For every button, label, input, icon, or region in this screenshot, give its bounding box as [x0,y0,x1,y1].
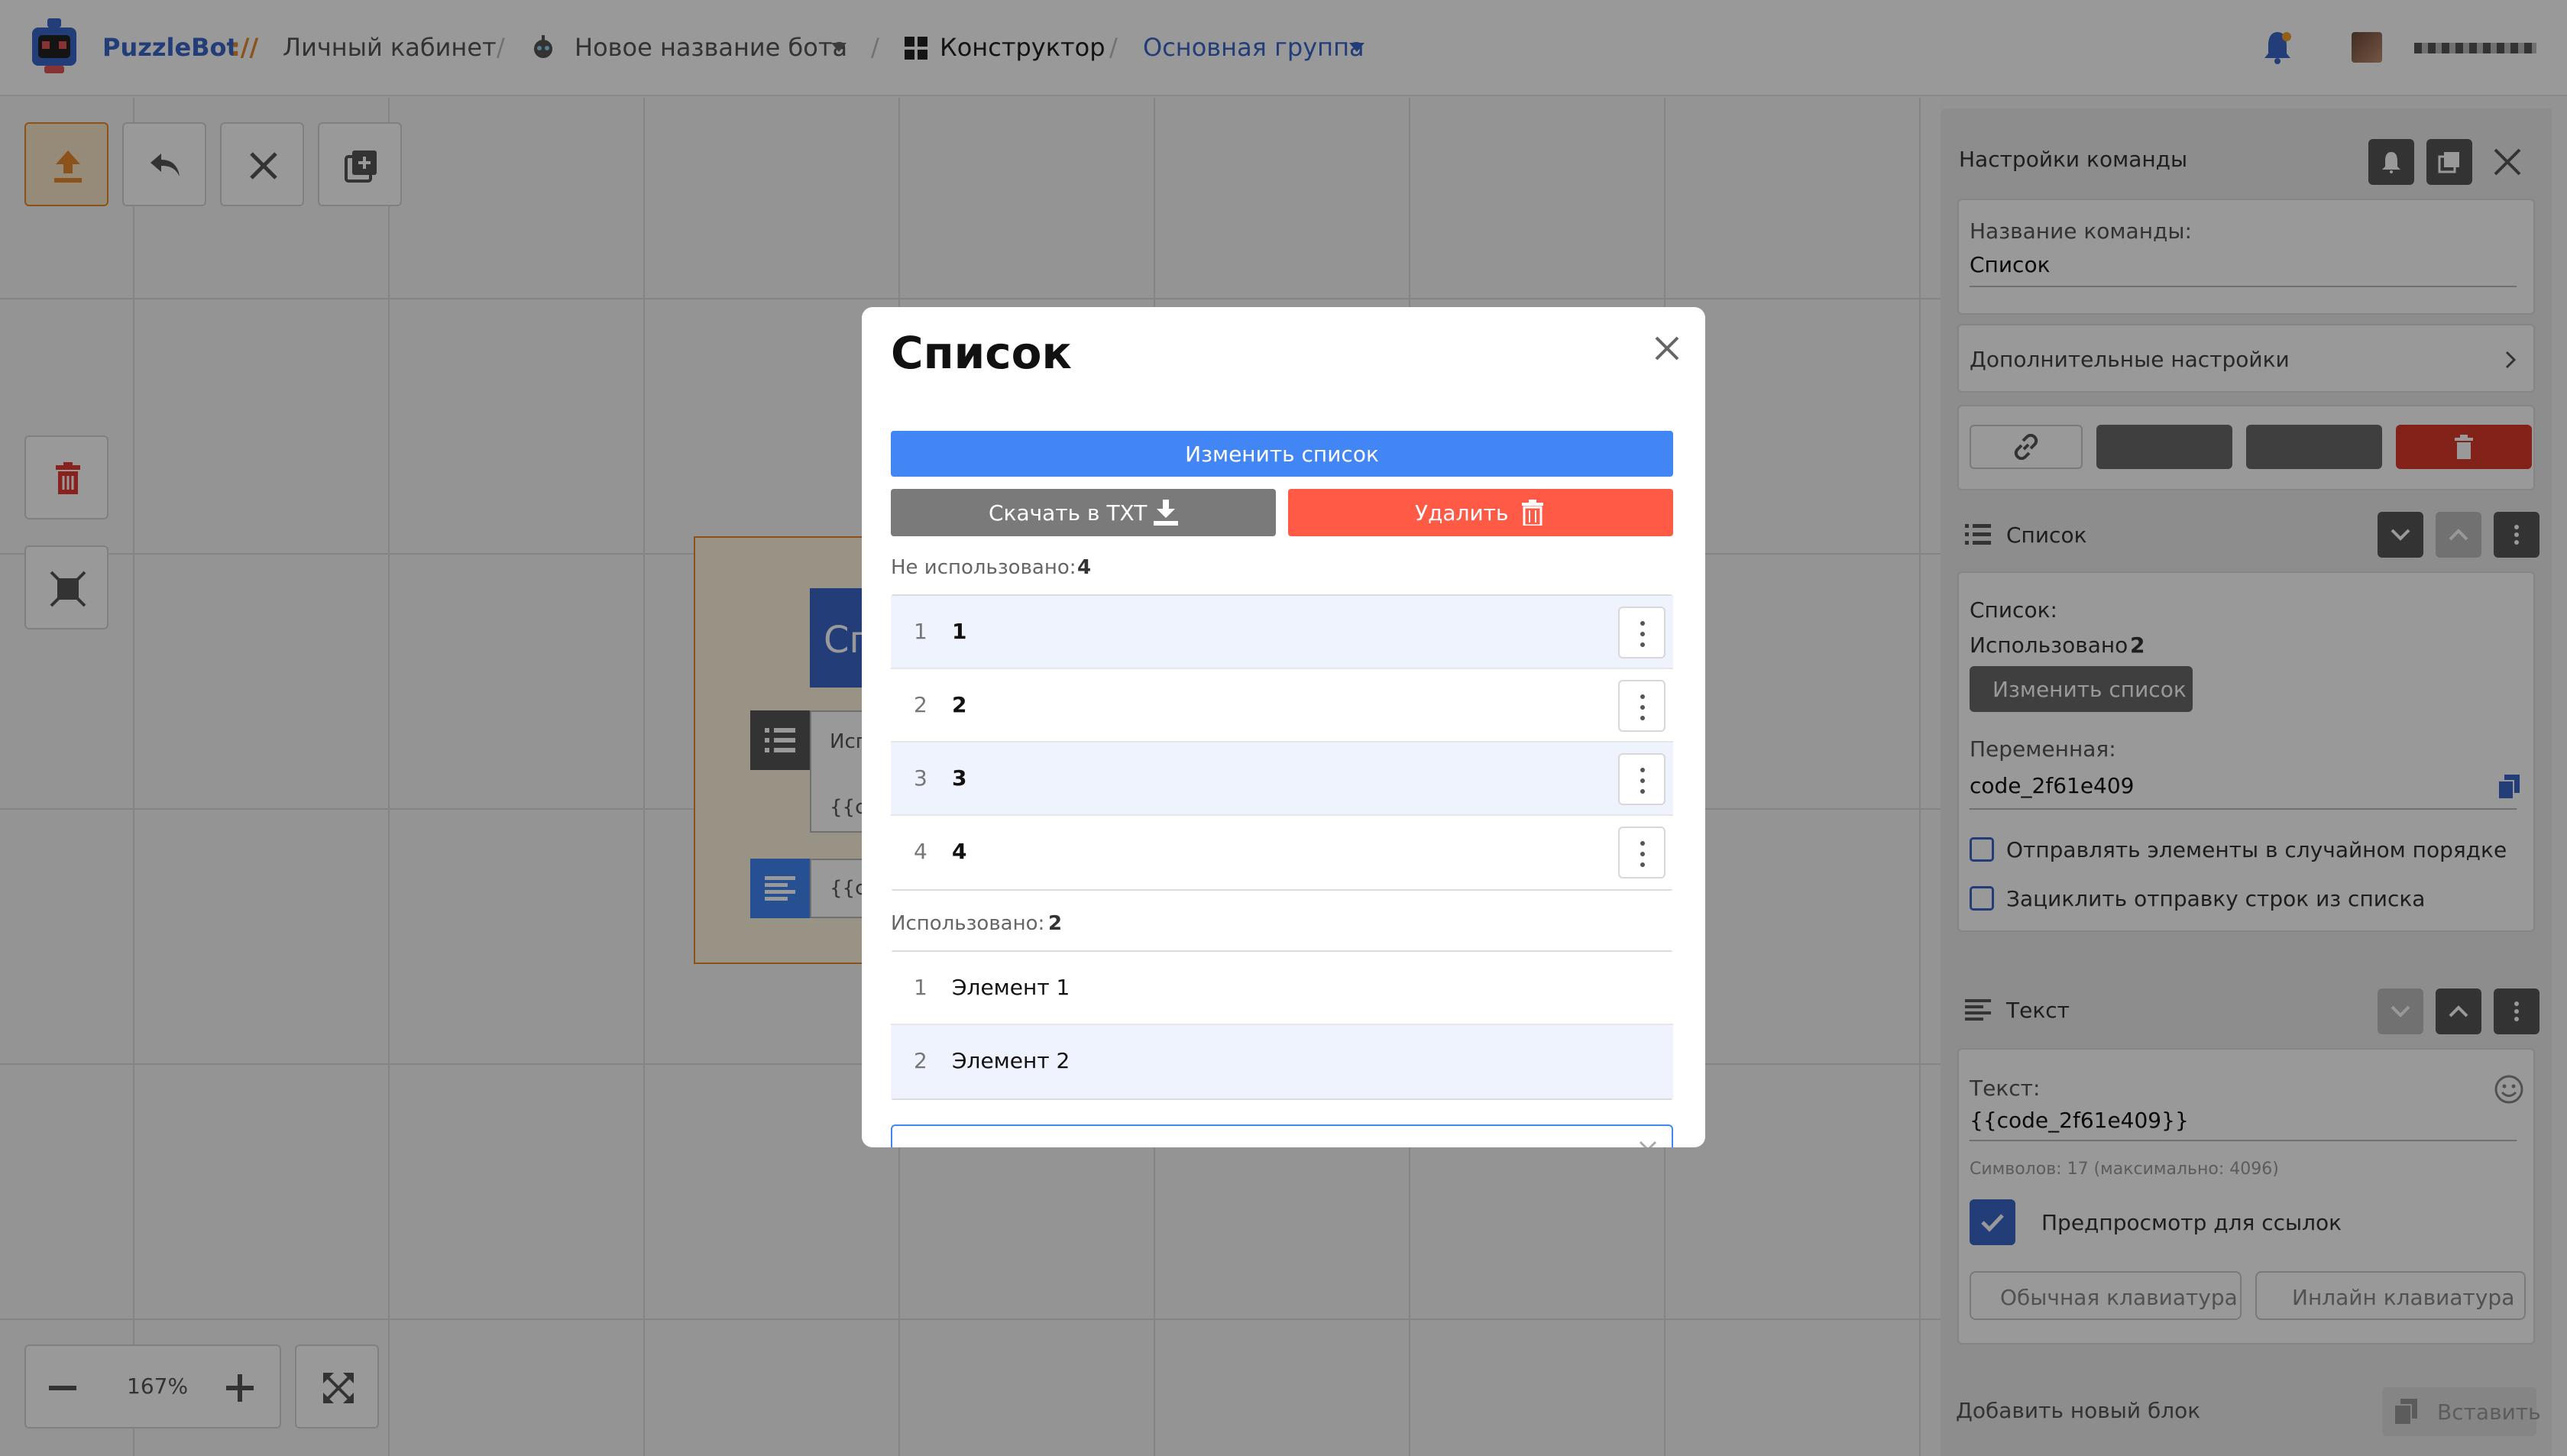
list-item[interactable]: 2 2 [891,669,1673,743]
list-item-menu-button[interactable] [1618,607,1665,658]
download-txt-label: Скачать в TXT [989,500,1148,526]
list-item-menu-button[interactable] [1618,827,1665,878]
list-item[interactable]: 1 1 [891,596,1673,669]
list-item-number: 2 [914,1048,927,1073]
list-item[interactable]: 3 3 [891,743,1673,816]
list-item-number: 4 [914,839,927,864]
used-label: Использовано: [891,912,1045,935]
unused-count: 4 [1077,556,1092,579]
list-item-value: Элемент 2 [952,1048,1070,1073]
modal-close-icon[interactable] [1646,327,1688,370]
list-item-number: 3 [914,765,927,791]
list-item[interactable]: 2 Элемент 2 [891,1025,1673,1098]
list-item-value: 2 [952,692,967,717]
list-item[interactable]: 4 4 [891,816,1673,889]
list-modal: Список Изменить список Скачать в TXT Уда… [862,307,1705,1147]
list-item-value: Элемент 1 [952,975,1070,1000]
unused-label: Не использовано: [891,556,1076,579]
modal-delete-label: Удалить [1415,500,1509,526]
modal-delete-button[interactable]: Удалить [1288,489,1673,536]
modal-select-partial[interactable] [891,1124,1673,1147]
list-item-value: 3 [952,765,967,791]
download-icon [1154,500,1178,526]
trash-icon [1522,500,1543,527]
list-item-number: 1 [914,975,927,1000]
list-item-number: 1 [914,619,927,644]
list-item[interactable]: 1 Элемент 1 [891,952,1673,1025]
modal-edit-list-label: Изменить список [1185,442,1379,467]
list-item-value: 4 [952,839,967,864]
modal-title: Список [891,327,1072,379]
list-item-value: 1 [952,619,967,644]
download-txt-button[interactable]: Скачать в TXT [891,489,1276,536]
list-item-menu-button[interactable] [1618,680,1665,732]
list-item-menu-button[interactable] [1618,753,1665,805]
list-item-number: 2 [914,692,927,717]
used-count: 2 [1048,912,1063,935]
modal-edit-list-button[interactable]: Изменить список [891,431,1673,477]
